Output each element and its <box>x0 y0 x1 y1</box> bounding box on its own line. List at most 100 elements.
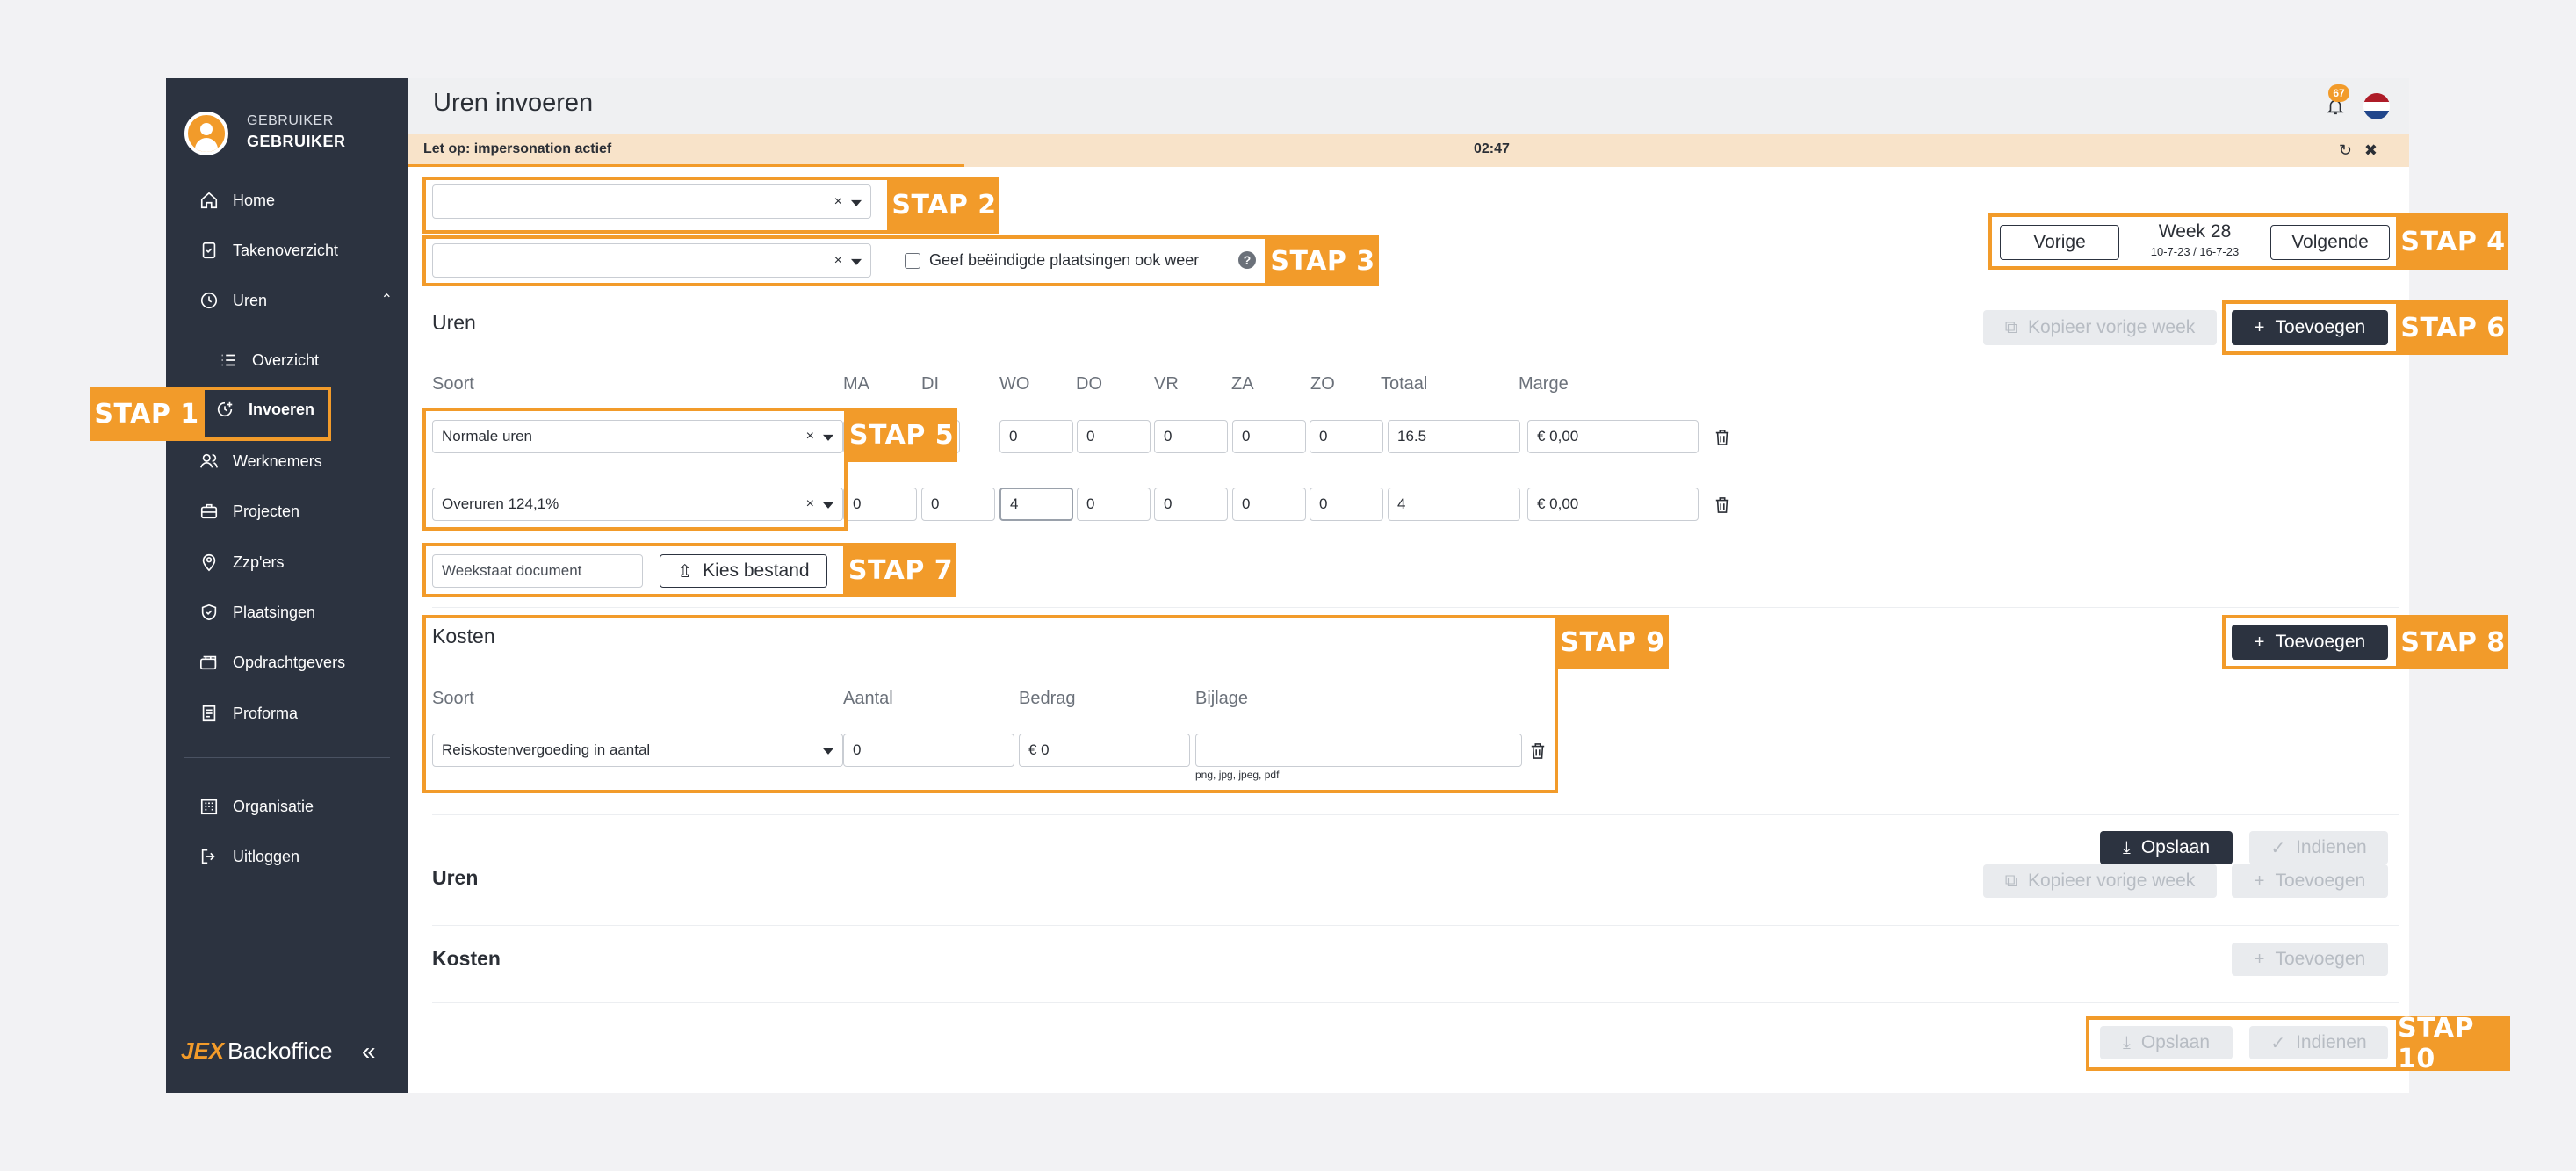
add-hours-button-2[interactable]: + Toevoegen <box>2232 864 2388 898</box>
column-header: DO <box>1076 374 1102 394</box>
cost-price-input[interactable]: € 0 <box>1019 734 1190 767</box>
step-label: STAP 9 <box>1556 615 1669 669</box>
clock-plus-icon <box>217 401 233 417</box>
hour-type-select[interactable]: Normale uren × <box>432 420 843 453</box>
app-window: GEBRUIKER GEBRUIKER Home Takenoverzicht … <box>166 78 2409 1093</box>
hours-vr-input[interactable]: 0 <box>1154 488 1228 521</box>
sidebar-item-projecten[interactable]: Projecten <box>199 496 299 526</box>
sidebar-item-label: Uren <box>233 291 268 309</box>
history-icon[interactable]: ↻ <box>2339 141 2364 159</box>
column-header: WO <box>999 374 1030 394</box>
column-header: Bedrag <box>1019 689 1076 708</box>
trash-icon[interactable] <box>1530 742 1546 760</box>
hours-za-input[interactable]: 0 <box>1232 420 1306 453</box>
submit-button[interactable]: ✓ Indienen <box>2249 831 2388 864</box>
clear-icon[interactable]: × <box>834 194 842 210</box>
clear-icon[interactable]: × <box>806 496 814 512</box>
add-costs-button-2[interactable]: + Toevoegen <box>2232 943 2388 976</box>
sidebar-item-label: Organisatie <box>233 797 314 815</box>
hours-zo-input[interactable]: 0 <box>1310 488 1383 521</box>
step-label: STAP 4 <box>2398 213 2508 270</box>
hours-do-input[interactable]: 0 <box>1077 488 1151 521</box>
flag-nl-icon[interactable] <box>2363 93 2390 119</box>
kosten-section-title: Kosten <box>432 625 495 647</box>
margin-field: € 0,00 <box>1527 488 1699 521</box>
uren-section-title: Uren <box>432 311 476 334</box>
add-hours-button[interactable]: + Toevoegen <box>2232 310 2388 345</box>
sidebar-item-label: Opdrachtgevers <box>233 653 346 671</box>
choose-file-label: Kies bestand <box>703 560 810 581</box>
attachment-field[interactable] <box>1195 734 1522 767</box>
sidebar-item-werknemers[interactable]: Werknemers <box>199 446 322 476</box>
brand-logo: JEX Backoffice <box>181 1037 333 1065</box>
sidebar-item-label: Uitloggen <box>233 847 300 865</box>
clear-icon[interactable]: × <box>834 253 842 269</box>
sidebar-item-home[interactable]: Home <box>199 185 275 215</box>
next-week-button[interactable]: Volgende <box>2270 225 2390 260</box>
hours-wo-input[interactable]: 0 <box>999 420 1073 453</box>
sidebar-item-takenoverzicht[interactable]: Takenoverzicht <box>199 235 338 265</box>
avatar[interactable] <box>184 112 228 155</box>
sidebar-item-label: Proforma <box>233 704 299 722</box>
choose-file-button[interactable]: ⇫ Kies bestand <box>660 554 827 588</box>
hours-wo-input[interactable]: 4 <box>999 488 1073 521</box>
impersonation-timer: 02:47 <box>1474 141 1510 156</box>
user-role: GEBRUIKER <box>247 113 334 128</box>
cost-amount-input[interactable]: 0 <box>843 734 1014 767</box>
save-label: Opslaan <box>2140 1032 2211 1052</box>
placement-select[interactable]: × <box>432 184 871 219</box>
hours-ma-input[interactable]: 0 <box>843 488 917 521</box>
cost-type-select[interactable]: Reiskostenvergoeding in aantal <box>432 734 843 767</box>
show-ended-checkbox[interactable] <box>905 253 920 269</box>
chevron-down-icon <box>851 199 862 206</box>
copy-icon: ⧉ <box>2004 871 2017 891</box>
employee-select[interactable]: × <box>432 243 871 278</box>
save-button-2[interactable]: ⤓ Opslaan <box>2100 1026 2233 1059</box>
sidebar-item-uitloggen[interactable]: Uitloggen <box>199 842 299 871</box>
sidebar-item-proforma[interactable]: Proforma <box>199 698 298 728</box>
hours-di-input[interactable]: 0 <box>921 488 995 521</box>
sidebar-item-plaatsingen[interactable]: Plaatsingen <box>199 597 315 627</box>
uren-table-header: Soort MA DI WO DO VR ZA ZO Totaal Marge <box>432 374 1837 401</box>
step-label: STAP 5 <box>846 408 957 462</box>
add-costs-button[interactable]: + Toevoegen <box>2232 625 2388 660</box>
copy-previous-week-button-2[interactable]: ⧉ Kopieer vorige week <box>1983 864 2217 898</box>
hours-zo-input[interactable]: 0 <box>1310 420 1383 453</box>
sidebar-item-zzpers[interactable]: Zzp'ers <box>199 547 284 577</box>
add-costs-label: Toevoegen <box>2275 632 2366 652</box>
brand-logo-mark: JEX <box>181 1037 225 1064</box>
collapse-sidebar-icon[interactable]: « <box>362 1037 376 1066</box>
trash-icon[interactable] <box>1714 496 1730 514</box>
hours-vr-input[interactable]: 0 <box>1154 420 1228 453</box>
sidebar-item-invoeren[interactable]: Invoeren <box>215 394 314 424</box>
help-icon[interactable]: ? <box>1238 251 1256 269</box>
trash-icon[interactable] <box>1714 429 1730 446</box>
clear-icon[interactable]: × <box>806 429 814 445</box>
sidebar-item-opdrachtgevers[interactable]: Opdrachtgevers <box>199 647 345 677</box>
hour-type-select[interactable]: Overuren 124,1% × <box>432 488 843 521</box>
show-ended-label: Geef beëindigde plaatsingen ook weer <box>929 251 1200 269</box>
sidebar-item-uren[interactable]: Uren ⌃ <box>199 286 393 315</box>
chevron-down-icon <box>823 502 833 509</box>
previous-week-button[interactable]: Vorige <box>2000 225 2119 260</box>
copy-previous-week-label: Kopieer vorige week <box>2028 871 2196 891</box>
column-header: Marge <box>1519 374 1569 394</box>
hours-total-field: 16.5 <box>1388 420 1520 453</box>
step-label: STAP 6 <box>2398 300 2508 355</box>
copy-previous-week-button[interactable]: ⧉ Kopieer vorige week <box>1983 310 2217 345</box>
hours-za-input[interactable]: 0 <box>1232 488 1306 521</box>
stop-impersonation-icon[interactable]: ✖ <box>2364 141 2390 159</box>
location-user-icon <box>202 553 216 572</box>
hour-type-value: Normale uren <box>442 428 532 445</box>
divider <box>432 1002 2399 1003</box>
submit-button-2[interactable]: ✓ Indienen <box>2249 1026 2388 1059</box>
page-header: Uren invoeren 67 <box>408 78 2409 134</box>
list-icon <box>221 354 235 366</box>
sidebar-item-organisatie[interactable]: Organisatie <box>199 792 314 821</box>
save-button[interactable]: ⤓ Opslaan <box>2100 831 2233 864</box>
check-icon: ✓ <box>2270 838 2286 858</box>
attachment-hint: png, jpg, jpeg, pdf <box>1195 769 1280 781</box>
hours-do-input[interactable]: 0 <box>1077 420 1151 453</box>
sidebar-item-overzicht[interactable]: Overzicht <box>219 345 319 375</box>
plus-icon: + <box>2254 317 2265 337</box>
